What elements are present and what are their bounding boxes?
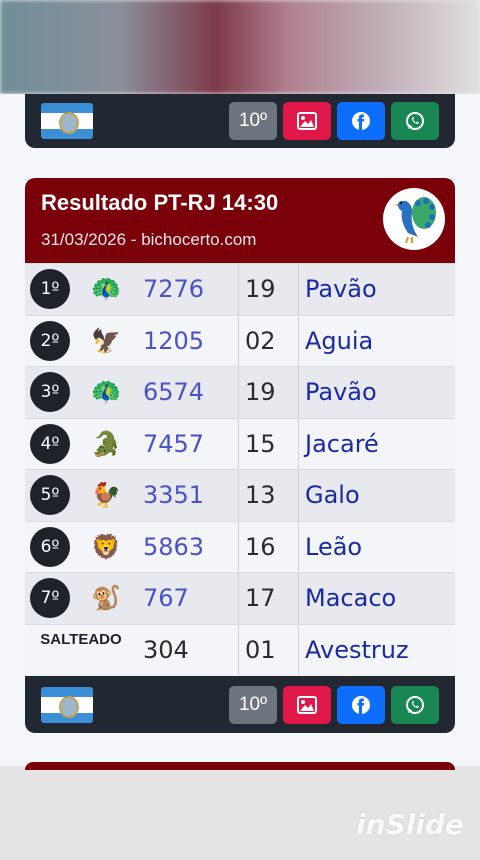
position-badge: 7º: [30, 578, 70, 619]
table-row: 5º 🐓 3351 13 Galo: [25, 469, 455, 521]
monkey-icon: 🐒: [91, 584, 121, 613]
result-card: Resultado PT-RJ 14:30 31/03/2026 - bicho…: [25, 178, 455, 676]
result-number: 767: [137, 573, 239, 624]
peacock-icon: [394, 197, 436, 244]
position-badge: 5º: [30, 475, 70, 516]
facebook-share-button[interactable]: [337, 102, 385, 140]
result-number: 6574: [137, 367, 239, 418]
crocodile-icon: 🐊: [91, 429, 121, 458]
image-icon: [297, 112, 317, 130]
whatsapp-share-button[interactable]: [391, 102, 439, 140]
result-number: 7276: [137, 264, 239, 315]
blurred-background-header: [0, 0, 480, 94]
group-number: 13: [239, 470, 299, 521]
position-badge: 6º: [30, 526, 70, 567]
facebook-icon: [352, 695, 370, 714]
result-number: 3351: [137, 470, 239, 521]
animal-name: Leão: [305, 532, 363, 561]
position-badge: 3º: [30, 372, 70, 413]
peacock-icon: 🦚: [91, 275, 121, 304]
animal-name: Pavão: [305, 378, 377, 407]
animal-name: Galo: [305, 481, 360, 510]
whatsapp-icon: [406, 112, 424, 130]
table-row: 4º 🐊 7457 15 Jacaré: [25, 417, 455, 469]
previous-results-button[interactable]: 10º: [229, 685, 277, 724]
rio-de-janeiro-flag-icon: [41, 686, 93, 723]
facebook-icon: [352, 112, 370, 130]
rooster-icon: 🐓: [91, 481, 121, 510]
position-badge: 4º: [30, 423, 70, 464]
save-image-button[interactable]: [283, 102, 331, 140]
save-image-button[interactable]: [283, 685, 331, 724]
group-number: 02: [239, 315, 299, 366]
watermark: inSlide: [356, 808, 464, 841]
result-number: 5863: [137, 521, 239, 572]
group-number: 19: [239, 264, 299, 315]
table-row: 7º 🐒 767 17 Macaco: [25, 572, 455, 624]
share-bar-top: 10º: [25, 94, 455, 148]
group-number: 19: [239, 367, 299, 418]
rio-de-janeiro-flag-icon: [41, 103, 93, 139]
share-bar-bottom: 10º: [25, 676, 455, 733]
result-number: 304: [137, 624, 239, 675]
result-title: Resultado PT-RJ 14:30: [41, 190, 279, 215]
peacock-icon: 🦚: [91, 378, 121, 407]
previous-results-button[interactable]: 10º: [229, 102, 277, 140]
table-row: 3º 🦚 6574 19 Pavão: [25, 366, 455, 418]
position-badge: 2º: [30, 320, 70, 361]
result-card-header: Resultado PT-RJ 14:30 31/03/2026 - bicho…: [25, 178, 455, 263]
result-number: 7457: [137, 418, 239, 469]
peacock-badge: [383, 188, 445, 250]
salteado-row: SALTEADO 304 01 Avestruz: [25, 623, 455, 675]
results-table: 1º 🦚 7276 19 Pavão 2º 🦅 1205 02 Aguia 3º…: [25, 263, 455, 675]
animal-name: Aguia: [305, 326, 374, 355]
result-number: 1205: [137, 315, 239, 366]
group-number: 16: [239, 521, 299, 572]
facebook-share-button[interactable]: [337, 685, 385, 724]
group-number: 17: [239, 573, 299, 624]
table-row: 6º 🦁 5863 16 Leão: [25, 520, 455, 572]
table-row: 1º 🦚 7276 19 Pavão: [25, 263, 455, 315]
lion-icon: 🦁: [91, 532, 121, 561]
whatsapp-icon: [406, 695, 424, 714]
table-row: 2º 🦅 1205 02 Aguia: [25, 314, 455, 366]
animal-name: Jacaré: [305, 429, 379, 458]
group-number: 15: [239, 418, 299, 469]
position-badge: 1º: [30, 269, 70, 310]
eagle-icon: 🦅: [91, 326, 121, 355]
salteado-label: SALTEADO: [40, 630, 122, 648]
animal-name: Avestruz: [305, 635, 409, 664]
group-number: 01: [239, 624, 299, 675]
image-icon: [297, 695, 317, 714]
next-result-card-edge: [25, 762, 455, 770]
animal-name: Pavão: [305, 275, 377, 304]
whatsapp-share-button[interactable]: [391, 685, 439, 724]
animal-name: Macaco: [305, 584, 397, 613]
result-subtitle: 31/03/2026 - bichocerto.com: [41, 230, 257, 249]
